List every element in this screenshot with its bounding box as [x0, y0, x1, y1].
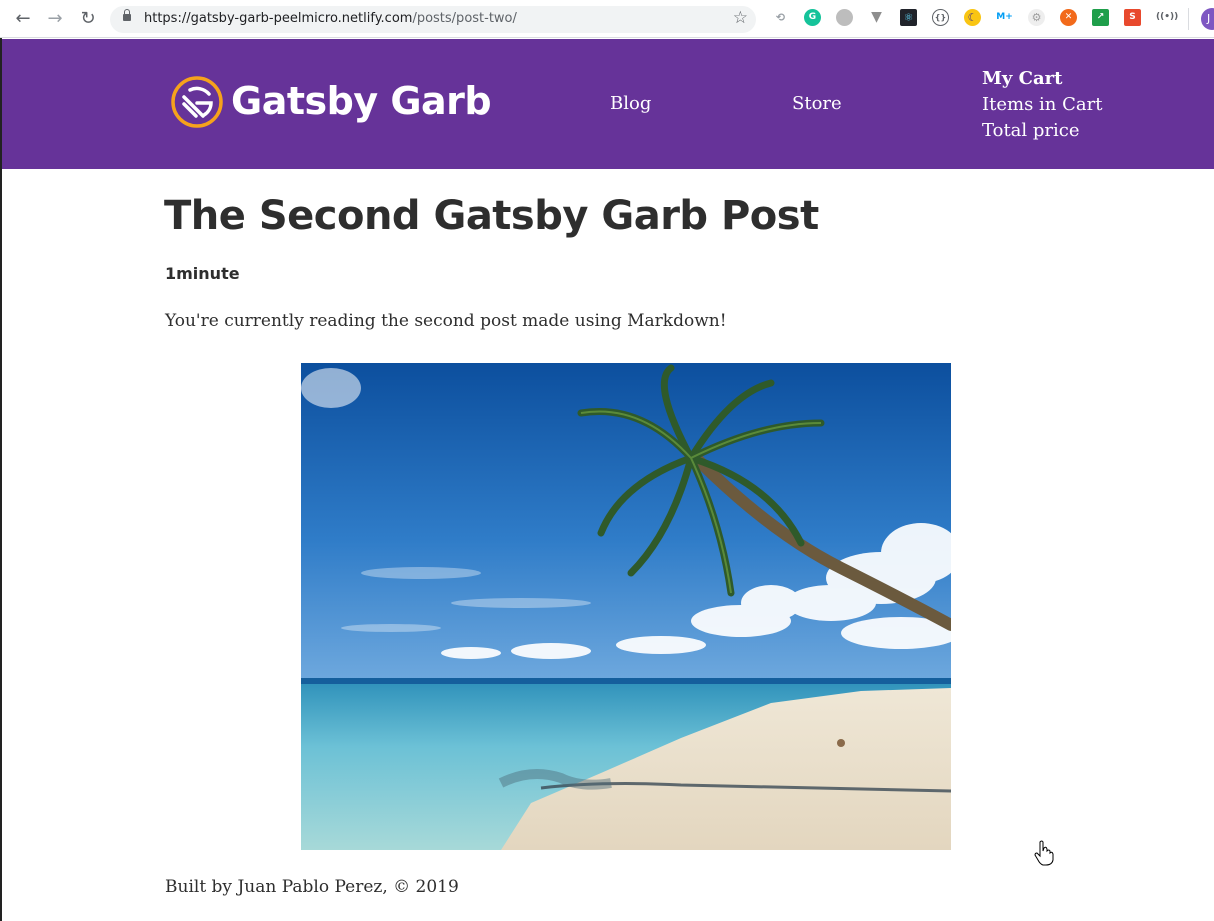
- cart-total-price: Total price: [982, 120, 1080, 141]
- vue-devtools-icon[interactable]: ▼: [868, 9, 885, 26]
- circle-ext-icon[interactable]: [836, 9, 853, 26]
- green-arrow-icon[interactable]: ↗: [1092, 9, 1109, 26]
- nav-link-store[interactable]: Store: [792, 93, 842, 114]
- cart-items-count: Items in Cart: [982, 94, 1103, 115]
- address-bar[interactable]: https://gatsby-garb-peelmicro.netlify.co…: [110, 6, 756, 33]
- post-image: [301, 363, 951, 850]
- toolbar-divider: [1188, 8, 1189, 30]
- footer-credit: Built by Juan Pablo Perez, © 2019: [165, 877, 459, 897]
- url-text[interactable]: https://gatsby-garb-peelmicro.netlify.co…: [144, 11, 517, 26]
- window-edge: [0, 38, 2, 921]
- post-title: The Second Gatsby Garb Post: [164, 193, 819, 239]
- site-header: Gatsby Garb Blog Store My Cart Items in …: [2, 39, 1214, 169]
- moon-ext-icon[interactable]: ☾: [964, 9, 981, 26]
- json-viewer-icon[interactable]: {}: [932, 9, 949, 26]
- bookmark-star-icon[interactable]: ☆: [733, 8, 748, 28]
- broadcast-icon[interactable]: ((•)): [1156, 9, 1178, 26]
- forward-arrow-icon[interactable]: →: [44, 8, 66, 30]
- cart-title: My Cart: [982, 68, 1063, 89]
- nav-link-blog[interactable]: Blog: [610, 93, 651, 114]
- react-devtools-icon[interactable]: ⚛: [900, 9, 917, 26]
- post-body-text: You're currently reading the second post…: [165, 311, 727, 331]
- profile-avatar[interactable]: J: [1201, 8, 1214, 30]
- site-logo-text[interactable]: Gatsby Garb: [231, 79, 492, 123]
- gatsby-logo-icon[interactable]: [170, 75, 224, 129]
- redux-devtools-icon[interactable]: S: [1124, 9, 1141, 26]
- movistar-icon[interactable]: M+: [996, 9, 1013, 26]
- back-arrow-icon[interactable]: ←: [12, 8, 34, 30]
- browser-toolbar: ← → ↻ https://gatsby-garb-peelmicro.netl…: [0, 0, 1214, 38]
- palm-beach-photo: [301, 363, 951, 850]
- hand-cursor-icon: [1034, 840, 1054, 866]
- orange-ext-icon[interactable]: ✕: [1060, 9, 1077, 26]
- cart-summary[interactable]: My Cart Items in Cart Total price: [982, 66, 1102, 144]
- lighthouse-icon[interactable]: ⟲: [772, 9, 789, 26]
- reload-icon[interactable]: ↻: [77, 8, 99, 30]
- gear-ext-icon[interactable]: ⚙: [1028, 9, 1045, 26]
- grammarly-icon[interactable]: G: [804, 9, 821, 26]
- lock-icon: [123, 9, 131, 21]
- read-time: 1minute: [165, 264, 240, 283]
